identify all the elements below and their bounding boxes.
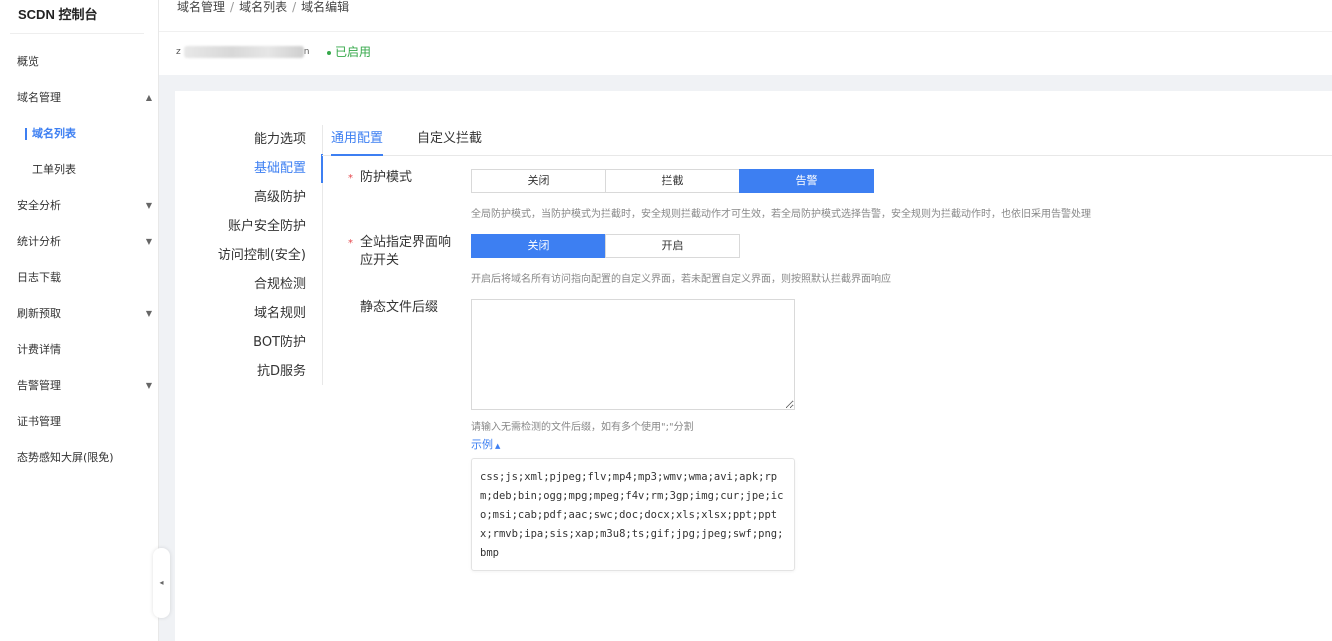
- sidebar-item-label: 告警管理: [17, 379, 61, 392]
- config-menu-item-basic[interactable]: 基础配置: [175, 154, 323, 183]
- status-text: 已启用: [335, 45, 372, 59]
- page-switch-label-line1: 全站指定界面响: [360, 235, 452, 250]
- static-suffix-hint: 请输入无需检测的文件后缀，如有多个使用";"分割: [471, 422, 694, 433]
- status-dot-icon: [327, 50, 331, 55]
- page-switch-on-button[interactable]: 开启: [605, 234, 740, 258]
- sidebar-item-label: 计费详情: [17, 343, 61, 356]
- protect-mode-hint: 全局防护模式，当防护模式为拦截时，安全规则拦截动作才可生效，若全局防护模式选择告…: [471, 209, 1091, 220]
- protect-mode-label: * 防护模式: [348, 169, 413, 187]
- config-menu-item[interactable]: 能力选项: [175, 125, 322, 154]
- sidebar: SCDN 控制台 概览 域名管理 ▲ 域名列表 工单列表 安全分析 ▼ 统计分析 ▼ …: [0, 0, 159, 641]
- sidebar-item-label: 日志下载: [17, 271, 61, 284]
- sidebar-item-domain-list[interactable]: 域名列表: [0, 116, 158, 152]
- page-switch-selector: 关闭 开启: [471, 234, 740, 258]
- sidebar-item-billing[interactable]: 计费详情: [0, 332, 158, 368]
- chevron-left-icon: ◂: [159, 578, 164, 587]
- chevron-down-icon: ▼: [145, 381, 153, 390]
- sidebar-item-label: 安全分析: [17, 199, 61, 212]
- sidebar-item-label: 证书管理: [17, 415, 61, 428]
- config-tabs: 通用配置 自定义拦截: [322, 129, 1332, 156]
- breadcrumb-item[interactable]: 域名列表: [239, 0, 287, 14]
- chevron-up-icon: ▲: [495, 442, 501, 450]
- sidebar-item-overview[interactable]: 概览: [0, 44, 158, 80]
- sidebar-item-domain-management[interactable]: 域名管理 ▲: [0, 80, 158, 116]
- chevron-up-icon: ▲: [145, 93, 153, 102]
- tab-general-config[interactable]: 通用配置: [331, 129, 384, 156]
- sidebar-item-log-download[interactable]: 日志下载: [0, 260, 158, 296]
- config-panel: 能力选项 基础配置 高级防护 账户安全防护 访问控制(安全) 合规检测 域名规则…: [175, 91, 1332, 641]
- config-menu-item[interactable]: 合规检测: [175, 270, 322, 299]
- config-menu-item[interactable]: 账户安全防护: [175, 212, 322, 241]
- protect-mode-label-text: 防护模式: [360, 170, 413, 185]
- breadcrumb-bar: 域名管理 / 域名列表 / 域名编辑: [159, 0, 1332, 31]
- domain-name-prefix: z: [176, 47, 181, 57]
- sidebar-item-security-analysis[interactable]: 安全分析 ▼: [0, 188, 158, 224]
- chevron-down-icon: ▼: [145, 309, 153, 318]
- protect-mode-off-button[interactable]: 关闭: [471, 169, 606, 193]
- domain-header: z n 已启用: [159, 31, 1332, 75]
- sidebar-item-ticket-list[interactable]: 工单列表: [0, 152, 158, 188]
- config-menu-item[interactable]: 域名规则: [175, 299, 322, 328]
- static-suffix-label: 静态文件后缀: [360, 300, 439, 315]
- page-switch-hint: 开启后将域名所有访问指向配置的自定义界面，若未配置自定义界面，则按照默认拦截界面…: [471, 274, 891, 285]
- sidebar-item-situation-screen[interactable]: 态势感知大屏(限免): [0, 440, 158, 476]
- config-menu-item[interactable]: 抗D服务: [175, 357, 322, 386]
- page-switch-label-line2: 应开关: [360, 253, 400, 268]
- breadcrumb-item[interactable]: 域名管理: [177, 0, 225, 14]
- tab-custom-block[interactable]: 自定义拦截: [417, 129, 482, 156]
- sidebar-item-alert-management[interactable]: 告警管理 ▼: [0, 368, 158, 404]
- config-menu: 能力选项 基础配置 高级防护 账户安全防护 访问控制(安全) 合规检测 域名规则…: [175, 125, 323, 385]
- sidebar-collapse-button[interactable]: ◂: [153, 548, 170, 618]
- sidebar-item-label: 刷新预取: [17, 307, 61, 320]
- sidebar-item-stats-analysis[interactable]: 统计分析 ▼: [0, 224, 158, 260]
- page-switch-label: * 全站指定界面响 应开关: [348, 234, 452, 270]
- config-menu-item[interactable]: 高级防护: [175, 183, 322, 212]
- page-switch-off-button[interactable]: 关闭: [471, 234, 606, 258]
- config-menu-item[interactable]: 访问控制(安全): [175, 241, 322, 270]
- breadcrumb-separator: /: [230, 0, 235, 14]
- sidebar-item-label: 域名列表: [32, 127, 76, 140]
- sidebar-item-certificate[interactable]: 证书管理: [0, 404, 158, 440]
- example-suffix-box: css;js;xml;pjpeg;flv;mp4;mp3;wmv;wma;avi…: [471, 458, 795, 571]
- example-toggle-link[interactable]: 示例 ▲: [471, 436, 500, 452]
- chevron-down-icon: ▼: [145, 237, 153, 246]
- sidebar-item-label: 态势感知大屏(限免): [17, 451, 114, 464]
- breadcrumb-separator: /: [292, 0, 297, 14]
- domain-name: z n: [176, 45, 309, 59]
- static-suffix-textarea[interactable]: [471, 299, 795, 410]
- sidebar-item-label: 概览: [17, 55, 39, 68]
- brand-title: SCDN 控制台: [18, 7, 98, 22]
- sidebar-item-label: 工单列表: [32, 163, 76, 176]
- sidebar-nav: 概览 域名管理 ▲ 域名列表 工单列表 安全分析 ▼ 统计分析 ▼ 日志下载 刷新预取…: [0, 44, 158, 476]
- protect-mode-block-button[interactable]: 拦截: [605, 169, 740, 193]
- redacted-domain: [183, 46, 304, 58]
- status-badge: 已启用: [327, 43, 371, 60]
- chevron-down-icon: ▼: [145, 201, 153, 210]
- breadcrumb-item-current: 域名编辑: [301, 0, 350, 14]
- sidebar-item-label: 域名管理: [17, 91, 61, 104]
- sidebar-item-refresh-prefetch[interactable]: 刷新预取 ▼: [0, 296, 158, 332]
- protect-mode-alert-button[interactable]: 告警: [739, 169, 874, 193]
- sidebar-item-label: 统计分析: [17, 235, 61, 248]
- divider: [10, 33, 144, 34]
- protect-mode-selector: 关闭 拦截 告警: [471, 169, 874, 193]
- required-mark: *: [348, 238, 353, 249]
- required-mark: *: [348, 173, 353, 184]
- breadcrumb: 域名管理 / 域名列表 / 域名编辑: [177, 0, 349, 15]
- domain-name-suffix: n: [303, 47, 310, 57]
- example-toggle-label: 示例: [471, 438, 493, 451]
- config-menu-item[interactable]: BOT防护: [175, 328, 322, 357]
